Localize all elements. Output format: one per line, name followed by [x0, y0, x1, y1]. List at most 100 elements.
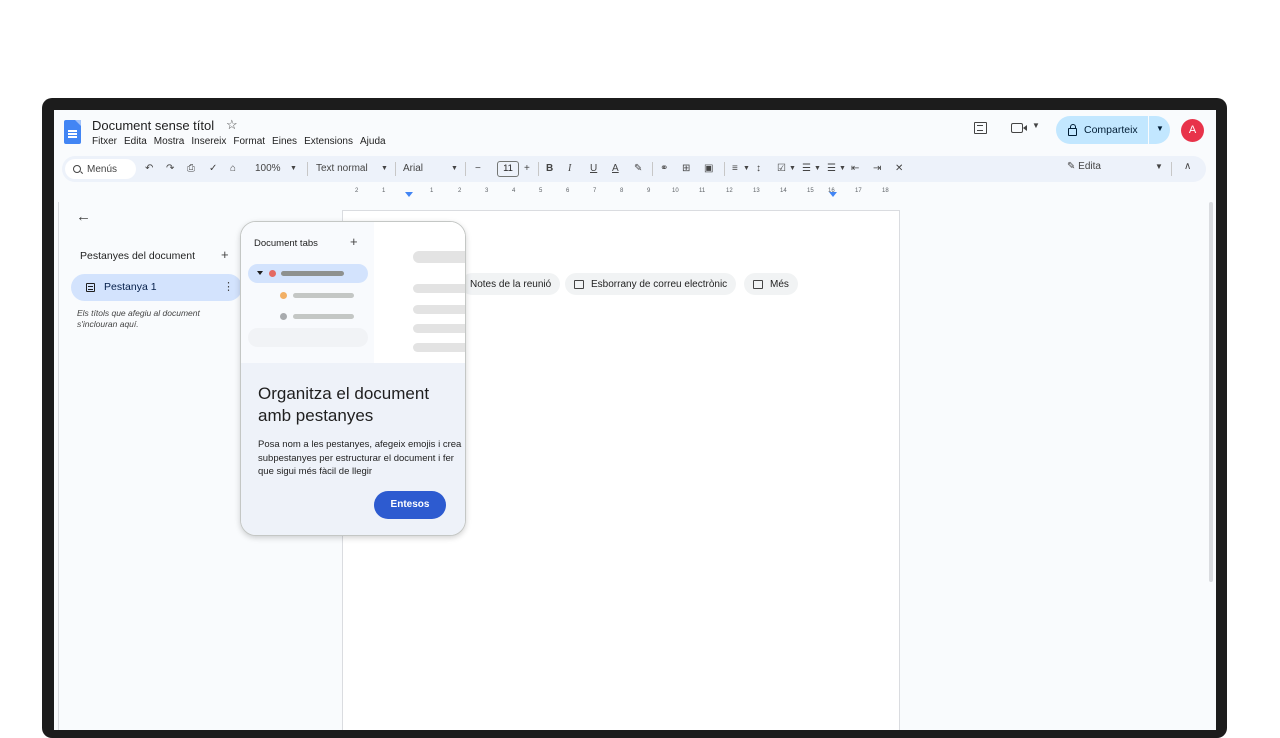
font-dropdown-icon[interactable]: ▼: [451, 161, 458, 177]
bulleted-list-dropdown-icon[interactable]: ▼: [814, 161, 821, 177]
docs-logo-icon[interactable]: [64, 120, 81, 144]
comment-history-icon[interactable]: [974, 122, 987, 134]
ruler-tick: 17: [855, 188, 862, 194]
undo-icon[interactable]: ↶: [145, 161, 153, 177]
paint-format-icon[interactable]: ⌂: [230, 161, 236, 177]
star-icon[interactable]: ☆: [226, 117, 238, 133]
illustration-expand-icon: [257, 271, 263, 275]
illustration-emoji-dot: [269, 270, 276, 277]
zoom-select[interactable]: 100%: [255, 161, 281, 177]
ruler-tick: 5: [539, 188, 543, 194]
share-button[interactable]: Comparteix ▼: [1056, 116, 1170, 144]
underline-icon[interactable]: U: [590, 161, 597, 177]
horizontal-ruler[interactable]: 2 1 1 2 3 4 5 6 7 8 9 10 11 12 13 14 15 …: [342, 188, 900, 200]
menu-insert[interactable]: Insereix: [191, 136, 226, 147]
numbered-list-dropdown-icon[interactable]: ▼: [839, 161, 846, 177]
tab-options-icon[interactable]: ⋮: [223, 280, 234, 293]
meeting-notes-chip[interactable]: Notes de la reunió: [461, 273, 561, 295]
share-label: Comparteix: [1084, 124, 1138, 136]
ruler-tick: 13: [753, 188, 760, 194]
style-dropdown-icon[interactable]: ▼: [381, 161, 388, 177]
illustration-emoji-dot: [280, 313, 287, 320]
bold-icon[interactable]: B: [546, 161, 553, 177]
editing-mode-dropdown-icon[interactable]: ▼: [1155, 162, 1163, 171]
bulleted-list-icon[interactable]: ☰: [802, 161, 811, 177]
vertical-scrollbar[interactable]: [1209, 202, 1213, 582]
ruler-tick: 1: [430, 188, 434, 194]
insert-link-icon[interactable]: ⚭: [660, 161, 668, 177]
align-dropdown-icon[interactable]: ▼: [743, 161, 750, 177]
meet-icon[interactable]: [1011, 123, 1027, 133]
back-arrow-icon[interactable]: ←: [76, 208, 91, 225]
line-spacing-icon[interactable]: ↕: [756, 161, 761, 177]
got-it-button[interactable]: Entesos: [374, 491, 446, 519]
tab-label: Pestanya 1: [104, 281, 157, 293]
collapse-menus-icon[interactable]: ∧: [1184, 161, 1191, 172]
style-select[interactable]: Text normal: [316, 161, 368, 177]
ruler-tick: 2: [458, 188, 462, 194]
insert-image-icon[interactable]: ▣: [704, 161, 713, 177]
share-dropdown-icon[interactable]: ▼: [1156, 124, 1164, 133]
toolbar-divider: [538, 162, 539, 176]
zoom-dropdown-icon[interactable]: ▼: [290, 161, 297, 177]
menu-edit[interactable]: Edita: [124, 136, 147, 147]
document-title[interactable]: Document sense títol: [92, 118, 214, 133]
document-tab-icon: [86, 283, 95, 292]
decrease-indent-icon[interactable]: ⇤: [851, 161, 859, 177]
add-tab-icon[interactable]: +: [221, 247, 229, 262]
align-icon[interactable]: ≡: [732, 161, 738, 177]
text-color-icon[interactable]: A: [612, 161, 619, 177]
ruler-tick: 9: [647, 188, 651, 194]
search-menus-button[interactable]: Menús: [65, 159, 136, 179]
toolbar-divider: [307, 162, 308, 176]
illustration-doc-line: [413, 343, 465, 352]
font-size-input[interactable]: 11: [497, 161, 519, 177]
menu-extensions[interactable]: Extensions: [304, 136, 353, 147]
add-comment-icon[interactable]: ⊞: [682, 161, 690, 177]
menu-help[interactable]: Ajuda: [360, 136, 386, 147]
numbered-list-icon[interactable]: ☰: [827, 161, 836, 177]
ruler-tick: 12: [726, 188, 733, 194]
increase-indent-icon[interactable]: ⇥: [873, 161, 881, 177]
increase-font-size-icon[interactable]: +: [524, 161, 530, 177]
ruler-tick: 8: [620, 188, 624, 194]
illustration-tab-bar: [281, 271, 344, 276]
search-menus-label: Menús: [87, 163, 118, 175]
email-draft-chip[interactable]: Esborrany de correu electrònic: [565, 273, 737, 295]
italic-icon[interactable]: I: [568, 161, 571, 177]
ruler-tick: 7: [593, 188, 597, 194]
menu-file[interactable]: Fitxer: [92, 136, 117, 147]
search-icon: [73, 165, 81, 173]
font-select[interactable]: Arial: [403, 161, 423, 177]
more-chip[interactable]: Més: [744, 273, 798, 295]
spellcheck-icon[interactable]: ✓: [209, 161, 217, 177]
illustration-doc-line: [413, 305, 465, 314]
editing-mode-button[interactable]: ✎ Edita: [1067, 161, 1101, 172]
tabs-promo-card: Document tabs + Organitza el document am…: [240, 221, 466, 536]
vertical-ruler[interactable]: [54, 202, 59, 730]
docs-window: Document sense títol ☆ Fitxer Edita Most…: [54, 110, 1216, 730]
toolbar-divider: [724, 162, 725, 176]
checklist-dropdown-icon[interactable]: ▼: [789, 161, 796, 177]
right-indent-marker[interactable]: [829, 192, 837, 197]
sidebar-item-tab-1[interactable]: Pestanya 1 ⋮: [71, 274, 242, 301]
checklist-icon[interactable]: ☑: [777, 161, 786, 177]
ruler-tick: 3: [485, 188, 489, 194]
avatar[interactable]: A: [1181, 119, 1204, 142]
decrease-font-size-icon[interactable]: −: [475, 161, 481, 177]
meeting-notes-label: Notes de la reunió: [470, 278, 552, 290]
print-icon[interactable]: ⎙: [187, 161, 195, 177]
illustration-doc-line: [413, 251, 465, 263]
illustration-tabs-panel: Document tabs +: [241, 222, 374, 363]
menu-tools[interactable]: Eines: [272, 136, 297, 147]
menu-format[interactable]: Format: [233, 136, 265, 147]
meet-dropdown-icon[interactable]: ▼: [1032, 121, 1040, 130]
editing-mode-label: Edita: [1078, 161, 1101, 172]
clear-formatting-icon[interactable]: ✕: [895, 161, 903, 177]
highlight-color-icon[interactable]: ✎: [634, 161, 642, 177]
redo-icon[interactable]: ↷: [166, 161, 174, 177]
menu-view[interactable]: Mostra: [154, 136, 185, 147]
ruler-tick: 18: [882, 188, 889, 194]
left-indent-marker[interactable]: [405, 192, 413, 197]
lock-icon: [1068, 123, 1077, 136]
